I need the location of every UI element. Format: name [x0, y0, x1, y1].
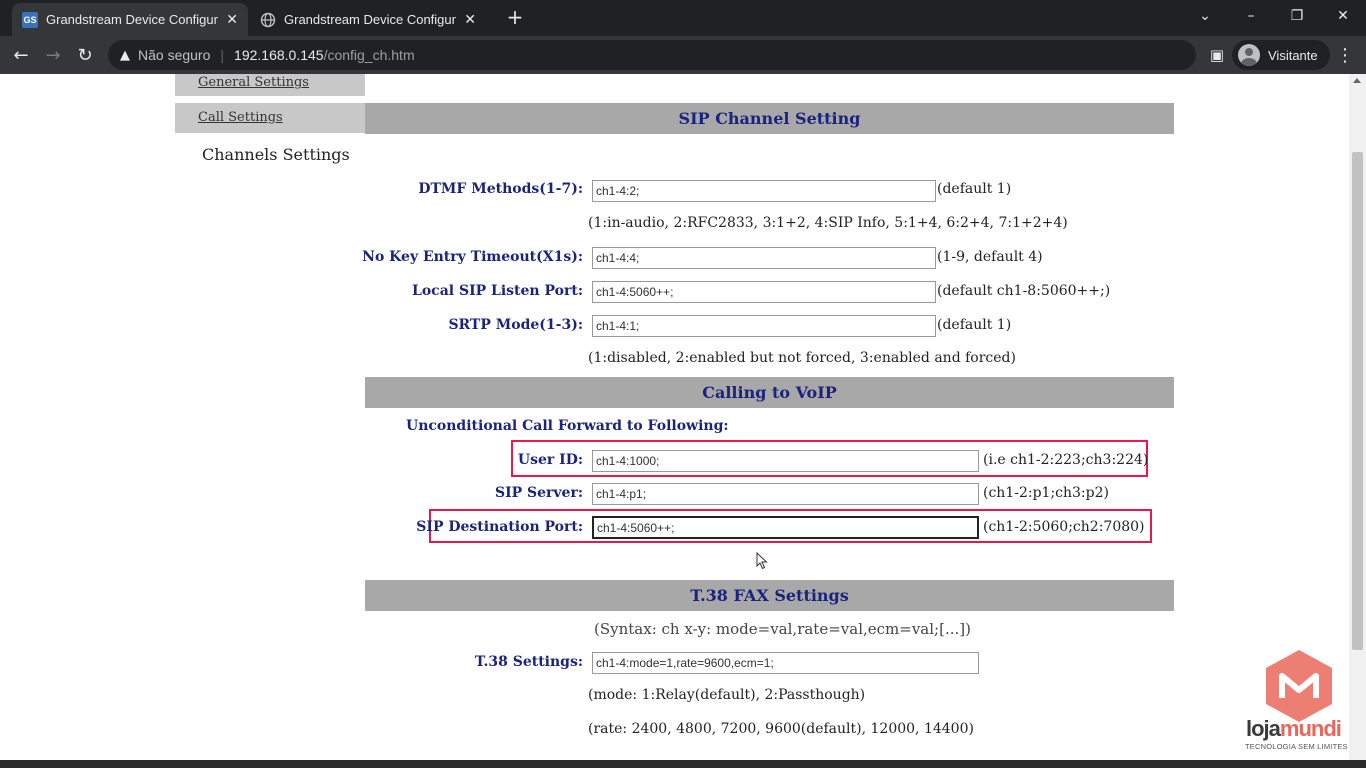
dest-port-label: SIP Destination Port: — [416, 519, 583, 535]
user-id-input[interactable]: ch1-4:1000; — [592, 450, 979, 472]
srtp-help: (1:disabled, 2:enabled but not forced, 3… — [588, 350, 1016, 366]
nav-general-settings[interactable]: General Settings — [175, 74, 365, 96]
reload-icon[interactable]: ↻ — [70, 40, 100, 70]
listen-port-input[interactable]: ch1-4:5060++; — [592, 281, 936, 303]
user-id-hint: (i.e ch1-2:223;ch3:224) — [983, 452, 1149, 468]
dtmf-input[interactable]: ch1-4:2; — [592, 180, 936, 202]
sip-server-hint: (ch1-2:p1;ch3:p2) — [983, 485, 1109, 501]
srtp-label: SRTP Mode(1-3): — [448, 317, 583, 333]
mouse-cursor-icon — [756, 552, 768, 570]
srtp-input[interactable]: ch1-4:1; — [592, 315, 936, 337]
section-label-channels: Channels Settings — [202, 145, 350, 164]
minimize-button[interactable]: – — [1228, 0, 1274, 32]
nav-call-settings[interactable]: Call Settings — [175, 103, 365, 133]
t38-syntax: (Syntax: ch x-y: mode=val,rate=val,ecm=v… — [594, 620, 971, 638]
brand-part-b: mundi — [1279, 716, 1342, 741]
forward-label: Unconditional Call Forward to Following: — [406, 418, 729, 434]
back-arrow-icon[interactable]: ← — [6, 40, 36, 70]
user-id-label: User ID: — [517, 452, 583, 468]
section-header-sip-channel: SIP Channel Setting — [365, 103, 1174, 134]
page-viewport: General Settings Call Settings SIP Chann… — [0, 74, 1366, 762]
t38-input[interactable]: ch1-4:mode=1,rate=9600,ecm=1; — [592, 652, 979, 674]
srtp-hint: (default 1) — [937, 317, 1012, 333]
tab-active[interactable]: GS Grandstream Device Configuratio ✕ — [12, 3, 248, 36]
no-key-timeout-label: No Key Entry Timeout(X1s): — [362, 249, 583, 265]
brand-part-a: loja — [1246, 716, 1281, 741]
tab-title: Grandstream Device Configuratio — [46, 12, 218, 27]
sip-server-input[interactable]: ch1-4:p1; — [592, 483, 979, 505]
no-key-timeout-hint: (1-9, default 4) — [937, 249, 1043, 265]
menu-kebab-icon[interactable]: ⋮ — [1330, 40, 1360, 70]
forward-arrow-icon[interactable]: → — [38, 40, 68, 70]
section-header-t38: T.38 FAX Settings — [365, 580, 1174, 611]
divider: | — [220, 47, 225, 63]
section-header-voip: Calling to VoIP — [365, 377, 1174, 408]
tab-inactive[interactable]: Grandstream Device Configuratio ✕ — [250, 3, 486, 36]
url-path: /config_ch.htm — [323, 47, 415, 63]
close-tab-icon[interactable]: ✕ — [226, 11, 238, 28]
t38-rate-help: (rate: 2400, 4800, 7200, 9600(default), … — [588, 721, 974, 737]
taskbar-strip — [0, 760, 1366, 768]
scrollbar-thumb[interactable] — [1352, 152, 1363, 650]
restore-button[interactable]: ❐ — [1274, 0, 1320, 32]
profile-name: Visitante — [1268, 47, 1318, 63]
grandstream-favicon-icon: GS — [22, 11, 38, 28]
sip-server-label: SIP Server: — [494, 485, 583, 501]
globe-icon — [260, 12, 276, 28]
scroll-up-icon[interactable] — [1353, 78, 1361, 83]
close-tab-icon[interactable]: ✕ — [464, 11, 476, 28]
nav-link[interactable]: Call Settings — [198, 110, 283, 125]
close-window-button[interactable]: ✕ — [1320, 0, 1366, 32]
watermark-brand: lojamundi — [1246, 716, 1342, 742]
warning-icon: ▲ — [120, 47, 130, 63]
new-tab-button[interactable]: + — [492, 1, 538, 33]
dest-port-input[interactable]: ch1-4:5060++; — [592, 516, 979, 539]
listen-port-label: Local SIP Listen Port: — [411, 283, 583, 299]
tab-strip: GS Grandstream Device Configuratio ✕ Gra… — [0, 0, 1366, 36]
watermark-tagline: TECNOLOGIA SEM LIMITES — [1245, 742, 1348, 751]
dtmf-label: DTMF Methods(1-7): — [418, 181, 583, 197]
nav-link[interactable]: General Settings — [198, 75, 309, 90]
sidebar-toggle-icon[interactable]: ▣ — [1202, 40, 1232, 70]
dest-port-hint: (ch1-2:5060;ch2:7080) — [983, 519, 1145, 535]
address-bar[interactable]: ▲ Não seguro | 192.168.0.145 /config_ch.… — [108, 40, 1196, 70]
tab-search-chevron-icon[interactable]: ⌄ — [1182, 0, 1228, 32]
tab-title: Grandstream Device Configuratio — [284, 12, 456, 27]
dtmf-hint: (default 1) — [937, 181, 1012, 197]
avatar-icon — [1238, 44, 1260, 66]
url-host: 192.168.0.145 — [234, 47, 324, 63]
no-key-timeout-input[interactable]: ch1-4:4; — [592, 247, 936, 269]
security-label: Não seguro — [138, 47, 211, 63]
t38-label: T.38 Settings: — [474, 654, 583, 670]
t38-mode-help: (mode: 1:Relay(default), 2:Passthough) — [588, 687, 866, 703]
profile-button[interactable]: Visitante — [1232, 40, 1330, 70]
listen-port-hint: (default ch1-8:5060++;) — [937, 283, 1111, 299]
dtmf-help: (1:in-audio, 2:RFC2833, 3:1+2, 4:SIP Inf… — [588, 215, 1068, 231]
